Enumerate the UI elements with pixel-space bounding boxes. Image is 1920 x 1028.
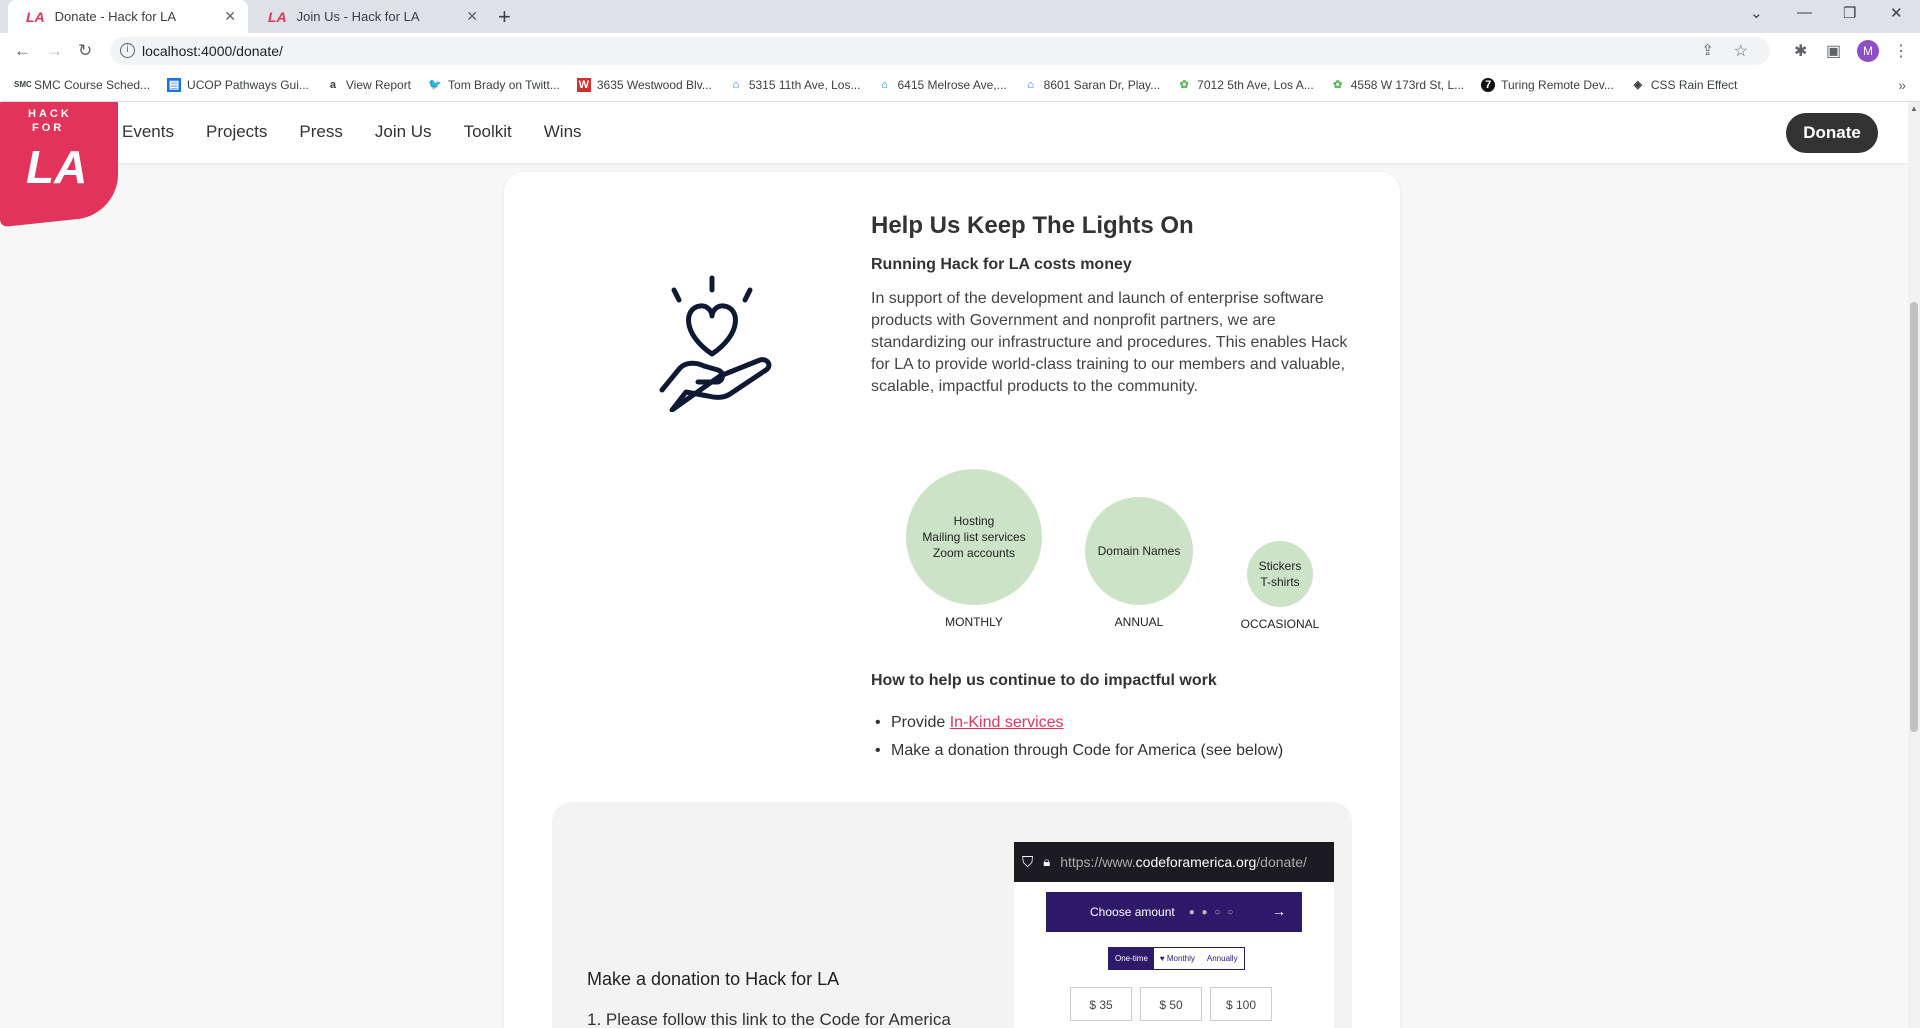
donation-step-1: 1. Please follow this link to the Code f…	[587, 1010, 951, 1028]
tab-strip: LA Donate - Hack for LA ✕ LA Join Us - H…	[0, 0, 1920, 33]
tab-join-us[interactable]: LA Join Us - Hack for LA ✕	[250, 0, 490, 33]
bookmarks-bar: SMC SMC Course Sched... ▤ UCOP Pathways Gu…	[0, 69, 1920, 102]
list-item: Provide In-Kind services	[871, 712, 1283, 734]
donate-card: Help Us Keep The Lights On Running Hack …	[504, 172, 1400, 1028]
nav-press[interactable]: Press	[299, 122, 342, 142]
ucop-icon: ▤	[167, 78, 182, 92]
heart-hand-icon	[659, 275, 772, 412]
scroll-up-icon[interactable]: ▲	[1910, 104, 1918, 113]
site-info-icon[interactable]: i	[120, 43, 135, 58]
profile-avatar[interactable]: M	[1857, 40, 1879, 62]
bookmark-item[interactable]: ◈ CSS Rain Effect	[1631, 78, 1738, 92]
page-scrollbar[interactable]: ▲	[1908, 102, 1920, 1028]
twitter-icon: 🐦	[428, 79, 442, 91]
choose-amount-header: Choose amount ● ● ○ ○ →	[1046, 892, 1302, 932]
help-list: Provide In-Kind services Make a donation…	[871, 712, 1283, 768]
bookmark-item[interactable]: ✿ 4558 W 173rd St, L...	[1331, 78, 1464, 92]
occasional-label: OCCASIONAL	[1240, 617, 1320, 631]
bookmark-item[interactable]: W 3635 Westwood Blv...	[576, 78, 712, 92]
costs-subtitle: Running Hack for LA costs money	[871, 256, 1132, 273]
share-icon[interactable]: ⇪	[1701, 41, 1714, 59]
tab-title: Donate - Hack for LA	[54, 9, 177, 24]
bookmark-item[interactable]: ▤ UCOP Pathways Gui...	[167, 78, 309, 92]
nav-projects[interactable]: Projects	[206, 122, 267, 142]
bookmark-item[interactable]: SMC SMC Course Sched...	[14, 78, 150, 92]
redfin-icon: ✿	[1333, 79, 1343, 91]
bookmark-item[interactable]: ⌂ 8601 Saran Dr, Play...	[1024, 78, 1160, 92]
cost-bubbles: Hosting Mailing list services Zoom account…	[870, 469, 1350, 639]
bookmark-item[interactable]: ⌂ 5315 11th Ave, Los...	[729, 78, 860, 92]
nav-join-us[interactable]: Join Us	[375, 122, 432, 142]
site-header: HACK FOR LA Events Projects Press Join U…	[0, 102, 1908, 228]
step-dots-icon: ● ● ○ ○	[1188, 906, 1236, 918]
list-item: Make a donation through Code for America…	[871, 740, 1283, 762]
donate-button[interactable]: Donate	[1786, 113, 1878, 153]
westside-icon: W	[576, 78, 591, 92]
amazon-icon: a	[329, 79, 336, 91]
extensions-icon[interactable]: ✱	[1794, 41, 1807, 61]
close-window-icon[interactable]: ✕	[1890, 4, 1903, 22]
nav-toolkit[interactable]: Toolkit	[464, 122, 512, 142]
new-tab-icon[interactable]: +	[498, 4, 511, 30]
menu-icon[interactable]: ⋮	[1893, 41, 1909, 61]
help-heading: How to help us continue to do impactful …	[871, 672, 1217, 689]
omnibox[interactable]: i localhost:4000/donate/ ⇪ ☆	[110, 37, 1770, 65]
annual-label: ANNUAL	[1114, 615, 1164, 629]
minimize-icon[interactable]: —	[1797, 4, 1812, 21]
bookmark-star-icon[interactable]: ☆	[1734, 41, 1748, 61]
url-text[interactable]: localhost:4000/donate/	[142, 43, 283, 59]
zillow-icon: ⌂	[1027, 79, 1034, 91]
close-tab-icon[interactable]: ✕	[224, 8, 236, 25]
frequency-toggle: One-time ♥ Monthly Annually	[1108, 947, 1245, 970]
scrollbar-thumb[interactable]	[1910, 302, 1918, 732]
monthly-bubble: Hosting Mailing list services Zoom account…	[906, 469, 1042, 605]
zillow-icon: ⌂	[881, 79, 888, 91]
page-viewport: Help Us Keep The Lights On Running Hack …	[0, 102, 1920, 1028]
forward-icon[interactable]: →	[46, 41, 63, 61]
monthly-label: MONTHLY	[945, 615, 1003, 629]
donation-heading: Make a donation to Hack for LA	[587, 969, 840, 989]
logo-la: LA	[26, 141, 88, 193]
codepen-icon: ◈	[1633, 79, 1643, 91]
bookmark-item[interactable]: ✿ 7012 5th Ave, Los A...	[1177, 78, 1314, 92]
browser-chrome: LA Donate - Hack for LA ✕ LA Join Us - H…	[0, 0, 1920, 102]
in-kind-services-link[interactable]: In-Kind services	[950, 714, 1064, 731]
screenshot-url-bar: ⛉ 🔒︎ https://www. codeforamerica.org/dona…	[1014, 842, 1334, 882]
back-icon[interactable]: ←	[14, 41, 31, 61]
bookmark-item[interactable]: ⌂ 6415 Melrose Ave,...	[877, 78, 1007, 92]
shield-icon: ⛉	[1022, 853, 1034, 871]
donation-panel: Make a donation to Hack for LA 1. Please…	[552, 802, 1352, 1028]
more-bookmarks-icon[interactable]: »	[1898, 77, 1906, 93]
arrow-right-icon: →	[1272, 903, 1286, 919]
bookmark-item[interactable]: a View Report	[326, 78, 411, 92]
hackforla-favicon-icon: LA	[26, 8, 45, 25]
tab-title: Join Us - Hack for LA	[296, 9, 420, 24]
tab-search-icon[interactable]: ⌄	[1750, 4, 1763, 22]
address-bar-row: ← → ↻ i localhost:4000/donate/ ⇪ ☆ ✱ ▣ M…	[0, 33, 1920, 69]
intro-paragraph: In support of the development and launch…	[871, 290, 1348, 395]
occasional-bubble: Stickers T-shirts	[1247, 541, 1313, 607]
nav-wins[interactable]: Wins	[544, 122, 582, 142]
bookmark-item[interactable]: 🐦 Tom Brady on Twitt...	[428, 78, 560, 92]
close-tab-icon[interactable]: ✕	[466, 8, 478, 25]
page-title: Help Us Keep The Lights On	[871, 212, 1194, 239]
side-panel-icon[interactable]: ▣	[1826, 41, 1841, 61]
smc-icon: SMC	[14, 80, 32, 89]
main-nav: Events Projects Press Join Us Toolkit Wi…	[122, 122, 614, 142]
reload-icon[interactable]: ↻	[78, 41, 92, 61]
zillow-icon: ⌂	[732, 79, 740, 91]
hackforla-favicon-icon: LA	[268, 8, 287, 25]
cfa-screenshot: ⛉ 🔒︎ https://www. codeforamerica.org/dona…	[1014, 842, 1334, 1028]
intro-content: Help Us Keep The Lights On Running Hack …	[871, 212, 1361, 398]
turing-icon: 7	[1481, 78, 1496, 92]
restore-icon[interactable]: ❐	[1843, 4, 1856, 22]
amount-options: $ 35 $ 50 $ 100	[1070, 987, 1280, 1021]
nav-events[interactable]: Events	[122, 122, 174, 142]
annual-bubble: Domain Names	[1085, 497, 1193, 605]
lock-icon: 🔒︎	[1043, 854, 1051, 869]
logo-text: HACK FOR	[28, 108, 72, 134]
tab-donate[interactable]: LA Donate - Hack for LA ✕	[8, 0, 248, 33]
redfin-icon: ✿	[1179, 79, 1189, 91]
bookmark-item[interactable]: 7 Turing Remote Dev...	[1481, 78, 1614, 92]
